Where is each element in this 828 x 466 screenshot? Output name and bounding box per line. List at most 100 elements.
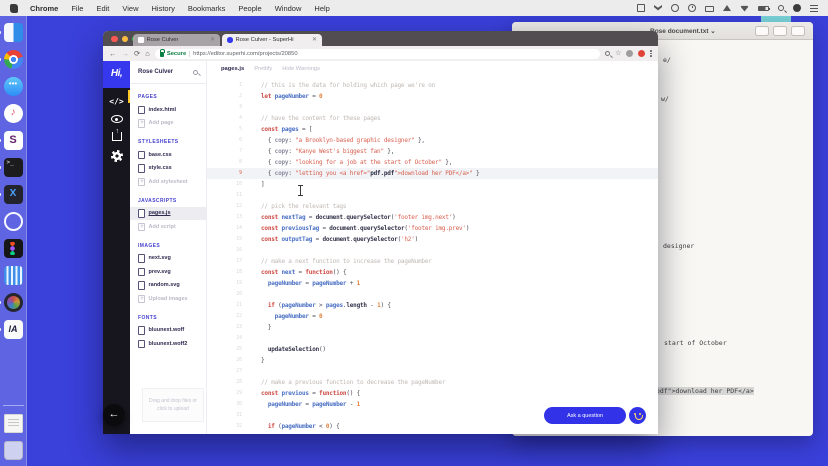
dock-item-messages[interactable]: ••• xyxy=(4,77,23,96)
browser-tab-active[interactable]: Rose Culver - SuperHi ✕ xyxy=(222,34,322,47)
display-mirror-icon[interactable] xyxy=(637,4,645,12)
code-line[interactable]: 4// have the content for these pages xyxy=(207,113,658,124)
file-item-random.svg[interactable]: random.svg xyxy=(130,279,206,293)
menu-edit[interactable]: Edit xyxy=(96,4,109,13)
tab-close-icon[interactable]: ✕ xyxy=(210,37,215,43)
address-bar[interactable]: Secure https://editor.superhi.com/projec… xyxy=(155,49,600,59)
dock-item-figma[interactable] xyxy=(4,239,23,258)
code-line[interactable]: 11 xyxy=(207,190,658,201)
file-item-style.css[interactable]: style.css xyxy=(130,162,206,176)
code-line[interactable]: 25 updateSelection() xyxy=(207,344,658,355)
dock-item-sketch[interactable]: X xyxy=(4,185,23,204)
upload-dropzone[interactable]: Drag and drop files or click to upload xyxy=(142,388,204,422)
dropbox-icon[interactable] xyxy=(654,5,662,11)
hide-warnings-button[interactable]: Hide Warnings xyxy=(282,66,320,72)
code-line[interactable]: 17// make a next function to increase th… xyxy=(207,256,658,267)
monitor-icon[interactable] xyxy=(705,6,714,12)
extension-icon[interactable] xyxy=(626,50,633,57)
dock-item-slack[interactable]: S xyxy=(4,131,23,150)
code-line[interactable]: 27 xyxy=(207,366,658,377)
file-item-add-page[interactable]: Add page xyxy=(130,117,206,131)
file-item-bluunext.woff2[interactable]: bluunext.woff2 xyxy=(130,337,206,351)
code-line[interactable]: 16 xyxy=(207,245,658,256)
apple-icon[interactable] xyxy=(10,4,18,13)
dock-item-itunes[interactable]: ♪ xyxy=(4,104,23,123)
file-item-add-script[interactable]: Add script xyxy=(130,220,206,234)
spotlight-icon[interactable] xyxy=(778,5,784,11)
siri-icon[interactable] xyxy=(793,4,801,12)
code-line[interactable]: 8 { copy: "looking for a job at the star… xyxy=(207,157,658,168)
file-item-pages.js[interactable]: pages.js xyxy=(130,207,206,221)
close-window-button[interactable] xyxy=(111,36,118,43)
code-line[interactable]: 23 } xyxy=(207,322,658,333)
ask-question-button[interactable]: Ask a question xyxy=(544,407,626,424)
code-line[interactable]: 28// make a previous function to decreas… xyxy=(207,377,658,388)
code-line[interactable]: 15const outputTag = document.querySelect… xyxy=(207,234,658,245)
toolbar-button[interactable] xyxy=(755,26,769,36)
toolbar-button[interactable] xyxy=(791,26,805,36)
battery-icon[interactable] xyxy=(758,6,769,11)
dock-item-finder[interactable] xyxy=(4,23,23,42)
dock-item-typeapp[interactable]: lA xyxy=(4,320,23,339)
circle-icon[interactable] xyxy=(671,4,679,12)
code-line[interactable]: 6 { copy: "a Brooklyn-based graphic desi… xyxy=(207,135,658,146)
code-line[interactable]: 12// pick the relevant tags xyxy=(207,201,658,212)
extension-blocker-icon[interactable] xyxy=(638,50,645,57)
preview-eye-icon[interactable] xyxy=(111,115,123,123)
file-item-prev.svg[interactable]: prev.svg xyxy=(130,265,206,279)
minimize-window-button[interactable] xyxy=(122,36,129,43)
superhi-logo[interactable]: Hi, xyxy=(103,61,130,88)
settings-gear-icon[interactable] xyxy=(111,150,123,162)
file-item-base.css[interactable]: base.css xyxy=(130,148,206,162)
chat-smiley-icon[interactable] xyxy=(629,407,646,424)
file-item-add-stylesheet[interactable]: Add stylesheet xyxy=(130,175,206,189)
menu-bookmarks[interactable]: Bookmarks xyxy=(188,4,226,13)
dock-item-trash[interactable] xyxy=(4,441,23,460)
menu-people[interactable]: People xyxy=(238,4,261,13)
prettify-button[interactable]: Prettify xyxy=(254,66,272,72)
clock-icon[interactable] xyxy=(688,4,696,12)
code-line[interactable]: 5const pages = [ xyxy=(207,124,658,135)
menu-window[interactable]: Window xyxy=(275,4,302,13)
tutorial-back-button[interactable]: ← xyxy=(103,404,125,426)
dock-item-photos[interactable] xyxy=(4,293,23,312)
code-line[interactable]: 21 if (pageNumber > pages.length - 1) { xyxy=(207,300,658,311)
file-item-index.html[interactable]: index.html xyxy=(130,103,206,117)
open-file-tab[interactable]: pages.js xyxy=(221,66,244,72)
dock-item-chrome[interactable] xyxy=(4,50,23,69)
code-line[interactable]: 19 pageNumber = pageNumber + 1 xyxy=(207,278,658,289)
menu-history[interactable]: History xyxy=(152,4,175,13)
code-line[interactable]: 7 { copy: "Kanye West's biggest fan" }, xyxy=(207,146,658,157)
bookmark-star-icon[interactable]: ☆ xyxy=(615,50,621,57)
code-line[interactable]: 18const next = function() { xyxy=(207,267,658,278)
menu-chrome[interactable]: Chrome xyxy=(30,4,58,13)
dock-item-stripes[interactable] xyxy=(4,266,23,285)
code-line[interactable]: 1// this is the data for holding which p… xyxy=(207,80,658,91)
toolbar-button[interactable] xyxy=(773,26,787,36)
code-line[interactable]: 22 pageNumber = 0 xyxy=(207,311,658,322)
code-line[interactable]: 29const previous = function() { xyxy=(207,388,658,399)
code-line[interactable]: 24 xyxy=(207,333,658,344)
code-line[interactable]: 3 xyxy=(207,102,658,113)
dock-item-terminal[interactable]: >_ xyxy=(4,158,23,177)
file-item-next.svg[interactable]: next.svg xyxy=(130,252,206,266)
code-line-active[interactable]: 9 { copy: "letting you <a href="pdf.pdf"… xyxy=(207,168,658,179)
code-line[interactable]: 20 xyxy=(207,289,658,300)
code-line[interactable]: 26} xyxy=(207,355,658,366)
menu-view[interactable]: View xyxy=(122,4,138,13)
search-icon[interactable] xyxy=(193,70,198,75)
forward-icon[interactable]: → xyxy=(122,50,130,58)
tab-close-icon[interactable]: ✕ xyxy=(312,37,317,43)
search-icon[interactable] xyxy=(605,51,610,56)
wifi-icon[interactable] xyxy=(740,5,749,12)
dock-item-document[interactable] xyxy=(4,414,23,433)
menu-help[interactable]: Help xyxy=(314,4,329,13)
code-line[interactable]: 2let pageNumber = 0 xyxy=(207,91,658,102)
dock-item-clock[interactable] xyxy=(4,212,23,231)
browser-tab-inactive[interactable]: Rose Culver ✕ xyxy=(133,34,220,47)
file-item-bluunext.woff[interactable]: bluunext.woff xyxy=(130,324,206,338)
home-icon[interactable]: ⌂ xyxy=(145,50,150,58)
upload-icon[interactable] xyxy=(112,132,122,141)
file-item-upload-images[interactable]: Upload images xyxy=(130,292,206,306)
code-editor-icon[interactable]: </> xyxy=(109,97,123,106)
